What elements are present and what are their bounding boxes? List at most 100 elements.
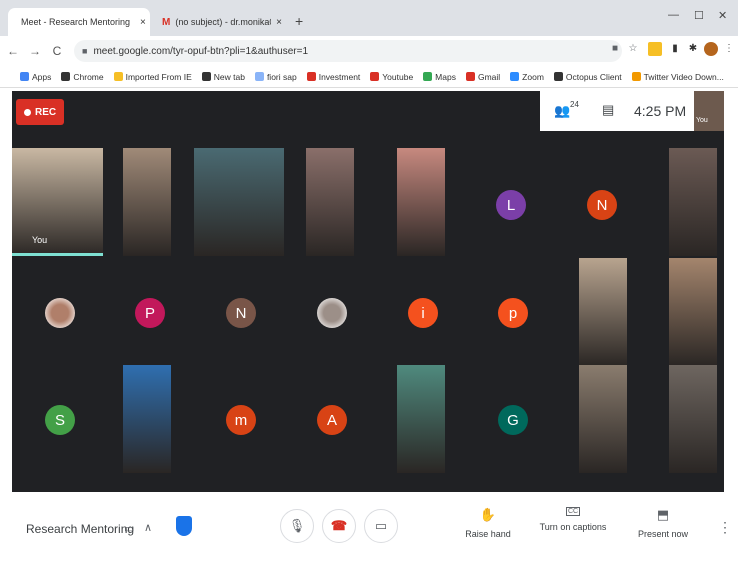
present-icon: ⬒ [656,507,670,522]
participant-photo [12,148,103,256]
rec-label: REC [35,106,57,118]
self-view-tile[interactable]: You [694,91,724,131]
participant-video-tile[interactable] [397,148,445,256]
extension-icon[interactable]: ▮ [668,42,682,56]
maps-icon [423,72,433,81]
participant-video-tile[interactable] [123,365,171,473]
meeting-details-icon[interactable]: ▭ [124,522,134,535]
puzzle-icon[interactable]: ✱ [686,42,700,56]
participant-video-tile[interactable] [194,148,284,256]
bookmark-label: Twitter Video Down... [643,71,724,82]
reload-icon[interactable]: C [48,44,66,58]
participant-photo [669,365,717,473]
bookmark-item[interactable]: New tab [201,71,245,82]
bookmark-item[interactable]: fiori sap [254,71,297,82]
shield-icon[interactable] [176,516,192,536]
participant-photo [579,365,627,473]
bookmark-item[interactable]: Octopus Client [553,71,622,82]
participant-video-tile[interactable] [669,365,717,473]
microphone-icon: 🎙 [288,518,306,533]
tab-close-icon[interactable]: × [140,17,146,28]
participant-avatar[interactable]: P [135,298,165,328]
extension-icon[interactable] [648,42,662,56]
bookmark-label: Investment [318,71,361,82]
investment-icon [306,72,316,81]
bookmark-item[interactable]: Maps [423,72,456,82]
participant-video-tile[interactable] [397,365,445,473]
bookmark-label: Octopus Client [565,71,622,82]
captions-button[interactable]: CC Turn on captions [536,507,610,532]
participant-avatar[interactable]: i [408,298,438,328]
leave-call-button[interactable]: ☎ [322,509,356,543]
more-options-icon[interactable]: ⋮ [718,519,732,536]
participant-photo [123,365,171,473]
meet-control-bar: Research Mentoring ▭ ∧ 🎙 ☎ ▭ ✋ Raise han… [0,497,738,583]
raise-hand-button[interactable]: ✋ Raise hand [462,507,514,539]
participant-avatar-photo[interactable] [317,298,347,328]
participant-avatar[interactable]: S [45,405,75,435]
bookmark-item[interactable]: Investment [306,71,361,82]
bookmark-item[interactable]: Imported From IE [113,72,192,82]
hand-icon: ✋ [479,507,497,522]
bookmark-label: Apps [32,71,52,82]
minimize-button[interactable]: — [668,9,679,21]
gmail-favicon-icon: M [162,16,171,28]
bookmark-label: fiori sap [266,71,297,82]
participant-avatar[interactable]: L [496,190,526,220]
camera-indicator-icon[interactable]: ■ [608,42,622,56]
tab-meet[interactable]: Meet - Research Mentoring × [8,8,150,36]
camera-button[interactable]: ▭ [364,509,398,543]
maximize-button[interactable]: ☐ [694,9,704,22]
bookmark-item[interactable]: Youtube [370,72,413,82]
forward-icon[interactable]: → [26,44,44,58]
participant-photo [579,258,627,366]
profile-avatar[interactable] [704,42,718,56]
participant-avatar[interactable]: m [226,405,256,435]
bookmark-label: New tab [213,71,245,82]
bookmark-item[interactable]: Chrome [61,72,104,82]
meeting-name[interactable]: Research Mentoring [26,522,134,536]
self-video-tile[interactable]: You [12,148,103,256]
participant-avatar[interactable]: N [226,298,256,328]
close-window-button[interactable]: ✕ [718,9,727,22]
participant-avatar[interactable]: G [498,405,528,435]
bookmark-item[interactable]: Zoom [510,72,544,82]
people-icon[interactable]: 👥 [554,103,570,119]
participant-avatar[interactable]: A [317,405,347,435]
chevron-up-icon[interactable]: ∧ [144,521,152,534]
participant-video-tile[interactable] [306,148,354,256]
participant-video-tile[interactable] [669,258,717,366]
bookmarks-bar: Apps Chrome Imported From IE New tab fiori s… [0,66,738,88]
bookmark-item[interactable]: Twitter Video Down... [631,71,724,82]
participant-avatar[interactable]: N [587,190,617,220]
tab-gmail[interactable]: M (no subject) - dr.monika0016@gm × [154,8,290,36]
participant-photo [397,148,445,256]
present-label: Present now [637,529,689,539]
microphone-button[interactable]: 🎙 [280,509,314,543]
participant-avatar[interactable]: p [498,298,528,328]
present-now-button[interactable]: ⬒ Present now [636,507,690,539]
lock-icon: ■ [82,46,88,56]
download-icon [631,72,641,81]
participant-photo [123,148,171,256]
participant-video-tile[interactable] [579,258,627,366]
globe-icon [201,72,211,81]
star-icon[interactable]: ☆ [626,42,640,56]
tab-close-icon[interactable]: × [276,17,282,28]
captions-label: Turn on captions [539,522,607,532]
participant-video-tile[interactable] [123,148,171,256]
menu-icon[interactable]: ⋮ [722,42,736,56]
participant-video-tile[interactable] [579,365,627,473]
zoom-icon [510,72,520,81]
participant-photo [397,365,445,473]
address-bar[interactable]: ■ meet.google.com/tyr-opuf-btn?pli=1&aut… [74,40,622,62]
participant-video-tile[interactable] [669,148,717,256]
bookmark-item[interactable]: Gmail [465,72,500,82]
participant-avatar-photo[interactable] [45,298,75,328]
globe-icon [61,72,71,81]
back-icon[interactable]: ← [4,44,22,58]
chat-icon[interactable]: ▤ [602,102,614,118]
tab-gmail-label: (no subject) - dr.monika0016@gm [175,17,271,27]
bookmark-item[interactable]: Apps [20,72,51,82]
new-tab-button[interactable]: + [295,13,303,29]
